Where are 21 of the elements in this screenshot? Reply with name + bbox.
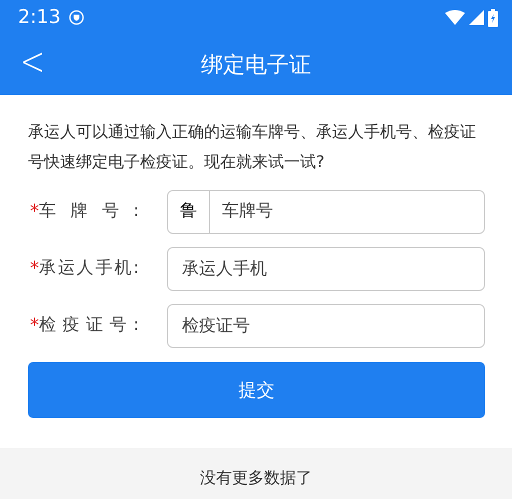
- province-selector[interactable]: 鲁: [168, 190, 210, 232]
- submit-button[interactable]: 提交: [28, 362, 485, 418]
- shield-icon: [68, 10, 84, 25]
- required-mark: *: [30, 200, 39, 224]
- wifi-icon: [445, 10, 465, 25]
- intro-text: 承运人可以通过输入正确的运输车牌号、承运人手机号、检疫证号快速绑定电子检疫证。现在就来试一试?: [27, 121, 477, 173]
- input-field[interactable]: 承运人手机: [167, 246, 485, 290]
- field-label: 承运人手机:: [39, 256, 140, 280]
- no-more-data-text: 没有更多数据了: [200, 468, 312, 487]
- plate-field[interactable]: 鲁 车牌号: [167, 190, 485, 234]
- input-field[interactable]: 车牌号: [210, 198, 484, 224]
- clock-time: 2:13: [18, 5, 61, 30]
- required-mark: *: [30, 314, 39, 338]
- battery-icon: [488, 8, 498, 26]
- page-title: 绑定电子证: [201, 52, 311, 80]
- field-label: 车牌号:: [39, 200, 140, 223]
- input-field[interactable]: 检疫证号: [167, 304, 485, 348]
- signal-icon: [469, 10, 484, 25]
- back-button[interactable]: <: [14, 40, 52, 86]
- required-mark: *: [30, 257, 39, 281]
- field-label: 检疫证号:: [39, 314, 140, 337]
